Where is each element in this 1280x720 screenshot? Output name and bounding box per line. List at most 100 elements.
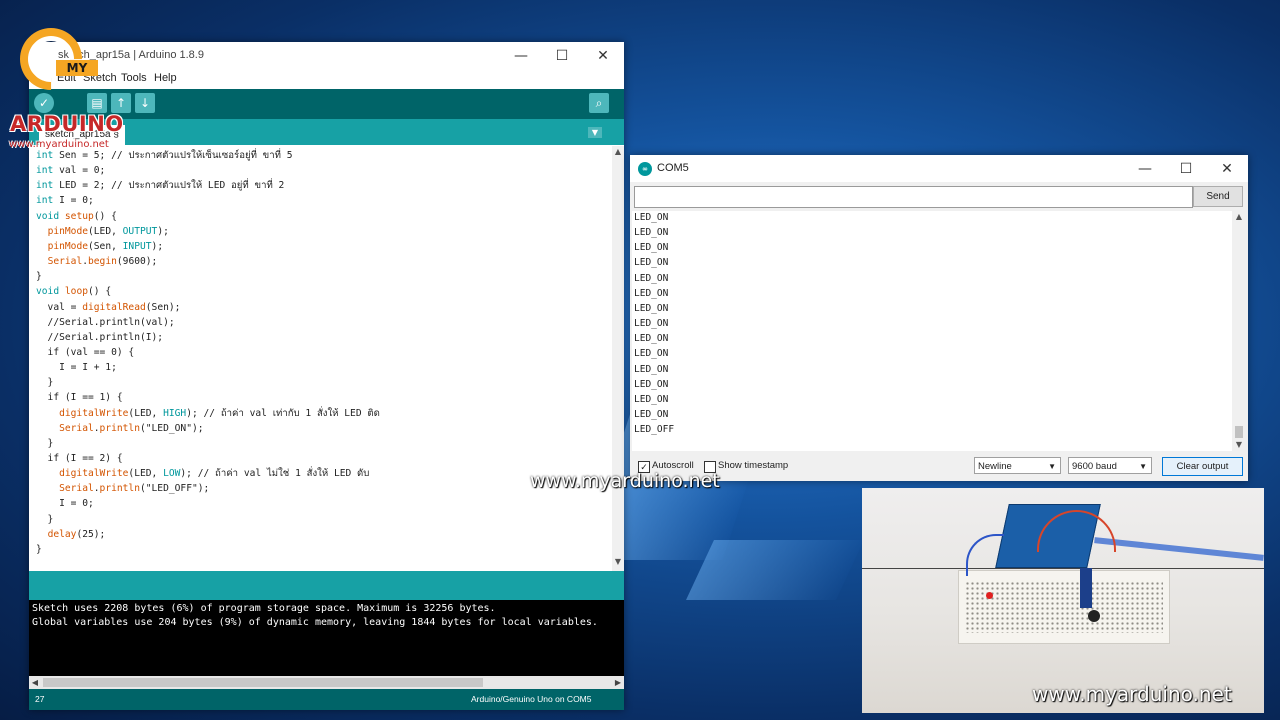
console-line: Sketch uses 2208 bytes (6%) of program s… [32, 603, 496, 614]
desktop-light-ray [686, 540, 864, 600]
console-horizontal-scrollbar[interactable]: ◀ ▶ [29, 676, 624, 689]
code-editor[interactable]: int Sen = 5; // ประกาศตัวแปรให้เซ็นเซอร์… [29, 146, 612, 571]
serial-output-line: LED_ON [634, 227, 669, 239]
serial-output-line: LED_ON [634, 272, 669, 284]
red-led [986, 592, 993, 599]
tab-menu-chevron-down-icon[interactable]: ▼ [588, 127, 602, 138]
code-line: val = digitalRead(Sen); [36, 301, 181, 313]
send-button[interactable]: Send [1193, 186, 1243, 207]
serial-output-line: LED_ON [634, 378, 669, 390]
center-watermark: www.myarduino.net [530, 470, 720, 492]
serial-output-line: LED_OFF [634, 424, 675, 436]
scroll-up-icon[interactable]: ▲ [1232, 211, 1246, 223]
code-line: digitalWrite(LED, LOW); // ถ้าค่า val ไม… [59, 468, 370, 480]
serial-output-area[interactable]: LED_ON LED_ON LED_ON LED_ON LED_ON LED_ON LED_… [632, 211, 1232, 451]
code-line: int LED = 2; // ประกาศตัวแปรให้ LED อยู่… [36, 180, 285, 192]
baud-rate-select[interactable]: 9600 baud ▼ [1068, 457, 1152, 474]
code-line: pinMode(Sen, INPUT); [47, 240, 164, 252]
serial-output-line: LED_ON [634, 242, 669, 254]
logo-brand-text: ARDUINO [10, 112, 124, 136]
status-line-number: 27 [35, 694, 45, 704]
scrollbar-thumb[interactable] [1235, 426, 1243, 438]
serial-output-line: LED_ON [634, 212, 669, 223]
editor-console-divider[interactable] [29, 571, 624, 600]
code-line: Serial.begin(9600); [47, 256, 158, 268]
code-line: I = 0; [36, 498, 94, 510]
microphone [1088, 610, 1100, 622]
table-edge [862, 568, 1264, 569]
serial-output-line: LED_ON [634, 257, 669, 269]
logo-my-text: MY [56, 60, 98, 76]
logo-url-text: www.myarduino.net [9, 139, 109, 150]
serial-monitor-window: ∞ COM5 — ☐ ✕ Send LED_ON LED_ON LED_ON LED_… [630, 155, 1248, 481]
code-line: I = I + 1; [36, 362, 117, 374]
editor-vertical-scrollbar[interactable]: ▲ ▼ [612, 146, 624, 571]
scroll-left-icon[interactable]: ◀ [29, 676, 41, 689]
photo-watermark: www.myarduino.net [1032, 682, 1232, 706]
scroll-down-icon[interactable]: ▼ [1232, 439, 1246, 451]
code-line: void loop() { [36, 286, 112, 298]
line-ending-value: Newline [978, 461, 1012, 472]
code-line: int val = 0; [36, 165, 106, 177]
build-console: Sketch uses 2208 bytes (6%) of program s… [29, 600, 624, 676]
menu-help[interactable]: Help [154, 72, 177, 84]
scroll-down-icon[interactable]: ▼ [612, 556, 624, 568]
code-line: Serial.println("LED_ON"); [59, 422, 204, 434]
code-line: void setup() { [36, 210, 117, 222]
code-line: int I = 0; [36, 195, 94, 207]
breadboard [958, 570, 1170, 644]
code-line: } [36, 271, 42, 283]
scroll-right-icon[interactable]: ▶ [612, 676, 624, 689]
serial-output-line: LED_ON [634, 302, 669, 314]
serial-send-input[interactable] [634, 186, 1193, 208]
chevron-down-icon: ▼ [1048, 462, 1056, 471]
code-line: pinMode(LED, OUTPUT); [47, 225, 169, 237]
minimize-icon[interactable]: — [1130, 158, 1160, 180]
close-icon[interactable]: ✕ [1212, 158, 1242, 180]
maximize-icon[interactable]: ☐ [547, 45, 577, 67]
clear-output-button[interactable]: Clear output [1162, 457, 1243, 476]
hardware-photo: www.myarduino.net [862, 488, 1264, 713]
arduino-infinity-icon: ∞ [638, 162, 652, 176]
code-line: delay(25); [47, 528, 106, 540]
show-timestamp-label: Show timestamp [718, 460, 789, 471]
code-line: } [36, 543, 42, 555]
serial-output-line: LED_ON [634, 287, 669, 299]
save-sketch-icon[interactable]: ↓ [135, 93, 155, 113]
serial-options-bar: ✓ Autoscroll Show timestamp Newline ▼ 96… [630, 453, 1248, 481]
serial-vertical-scrollbar[interactable]: ▲ ▼ [1232, 211, 1246, 451]
usb-cable [1094, 537, 1264, 561]
code-line: if (val == 0) { [36, 346, 135, 358]
line-ending-select[interactable]: Newline ▼ [974, 457, 1061, 474]
blue-wire [966, 534, 1004, 576]
sound-sensor-module [1080, 568, 1092, 608]
code-line: if (I == 1) { [36, 392, 123, 404]
serial-window-title: COM5 [657, 162, 689, 174]
code-line: } [36, 437, 54, 449]
maximize-icon[interactable]: ☐ [1171, 158, 1201, 180]
code-line: if (I == 2) { [36, 453, 123, 464]
serial-title-bar: ∞ COM5 — ☐ ✕ [630, 155, 1248, 182]
code-line: } [36, 513, 54, 525]
code-line: Serial.println("LED_OFF"); [59, 483, 210, 495]
minimize-icon[interactable]: — [506, 45, 536, 67]
code-line: //Serial.println(I); [36, 331, 164, 343]
serial-output-line: LED_ON [634, 363, 669, 375]
serial-output-line: LED_ON [634, 348, 669, 360]
myarduino-logo: MY ARDUINO www.myarduino.net [6, 15, 132, 155]
serial-output-line: LED_ON [634, 393, 669, 405]
code-line: //Serial.println(val); [36, 316, 175, 328]
serial-output-line: LED_ON [634, 333, 669, 345]
chevron-down-icon: ▼ [1139, 462, 1147, 471]
scroll-up-icon[interactable]: ▲ [612, 146, 624, 158]
ide-status-bar: 27 Arduino/Genuino Uno on COM5 [29, 689, 624, 710]
breadboard-holes [965, 581, 1163, 633]
serial-output-line: LED_ON [634, 318, 669, 330]
baud-rate-value: 9600 baud [1072, 461, 1117, 472]
serial-monitor-icon[interactable]: ⌕ [589, 93, 609, 113]
close-icon[interactable]: ✕ [588, 45, 618, 67]
scrollbar-thumb[interactable] [43, 678, 483, 687]
code-line: } [36, 377, 54, 389]
status-board-port: Arduino/Genuino Uno on COM5 [471, 694, 592, 704]
serial-output-line: LED_ON [634, 408, 669, 420]
